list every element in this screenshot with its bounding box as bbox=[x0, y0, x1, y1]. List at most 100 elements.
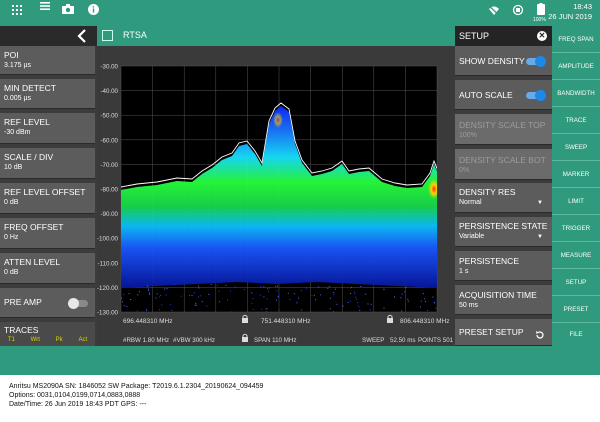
noise-dot bbox=[318, 286, 320, 288]
menu-limit[interactable]: LIMIT bbox=[552, 188, 600, 215]
poi-button[interactable]: POI 3.175 µs bbox=[0, 46, 95, 75]
noise-dot bbox=[165, 294, 167, 296]
camera-icon[interactable] bbox=[62, 4, 74, 17]
info-icon[interactable] bbox=[88, 4, 99, 18]
status-bar: 100% 18:43 26 JUN 2019 bbox=[0, 0, 600, 26]
menu-measure[interactable]: MEASURE bbox=[552, 242, 600, 269]
apps-grid-icon[interactable] bbox=[12, 5, 22, 18]
noise-dot bbox=[200, 295, 202, 297]
menu-marker[interactable]: MARKER bbox=[552, 161, 600, 188]
auto-scale-toggle[interactable] bbox=[526, 90, 546, 101]
persistence-button[interactable]: PERSISTENCE 1 s bbox=[455, 251, 552, 281]
noise-dot bbox=[315, 299, 317, 301]
rotation-lock-icon[interactable] bbox=[512, 4, 524, 19]
freq-offset-label: FREQ OFFSET bbox=[4, 222, 64, 232]
noise-dot bbox=[123, 305, 125, 307]
noise-dot bbox=[263, 296, 265, 298]
bottom-bar bbox=[0, 346, 600, 375]
pre-amp-toggle[interactable] bbox=[68, 298, 88, 309]
min-detect-button[interactable]: MIN DETECT 0.005 µs bbox=[0, 79, 95, 109]
menu-freq-span[interactable]: FREQ SPAN bbox=[552, 26, 600, 53]
noise-dot bbox=[171, 309, 173, 311]
lock-icon-right[interactable] bbox=[387, 314, 393, 323]
menu-sweep[interactable]: SWEEP bbox=[552, 134, 600, 161]
lock-icon-span[interactable] bbox=[242, 333, 248, 342]
close-icon[interactable]: ✕ bbox=[537, 31, 547, 41]
noise-dot bbox=[354, 293, 356, 295]
noise-dot bbox=[300, 290, 302, 291]
trace-mode-t1: T1 bbox=[7, 337, 15, 343]
show-density-toggle[interactable] bbox=[526, 56, 546, 67]
menu-file[interactable]: FILE bbox=[552, 323, 600, 346]
persistence-state-label: PERSISTENCE STATE bbox=[459, 221, 548, 231]
noise-dot bbox=[289, 298, 291, 300]
vbw-readout: #VBW 300 kHz bbox=[173, 337, 215, 344]
ref-level-offset-button[interactable]: REF LEVEL OFFSET 0 dB bbox=[0, 183, 95, 214]
footer-line-device: Anritsu MS2090A SN: 1846052 SW Package: … bbox=[9, 383, 264, 390]
noise-dot bbox=[355, 296, 357, 298]
noise-dot bbox=[121, 297, 122, 299]
acquisition-time-value: 50 ms bbox=[459, 302, 479, 309]
noise-dot bbox=[351, 286, 353, 288]
spectrum-plot-area: -30.00 -40.00 -50.00 -60.00 -70.00 -80.00 -90.… bbox=[97, 46, 455, 346]
atten-level-button[interactable]: ATTEN LEVEL 0 dB bbox=[0, 253, 95, 284]
traces-label: TRACES bbox=[4, 325, 39, 335]
density-scale-top-label: DENSITY SCALE TOP bbox=[459, 120, 546, 130]
noise-dot bbox=[333, 294, 335, 295]
battery-level: 100% bbox=[533, 17, 546, 23]
menu-amplitude[interactable]: AMPLITUDE bbox=[552, 53, 600, 80]
noise-dot bbox=[149, 293, 151, 295]
menu-trace[interactable]: TRACE bbox=[552, 107, 600, 134]
noise-dot bbox=[278, 296, 279, 298]
noise-dot bbox=[267, 288, 269, 290]
noise-dot bbox=[360, 285, 362, 287]
left-panel: POI 3.175 µs MIN DETECT 0.005 µs REF LEV… bbox=[0, 46, 97, 346]
footer-line-datetime: Date/Time: 26 Jun 2019 18:43 PDT GPS: --… bbox=[9, 401, 147, 408]
noise-dot bbox=[267, 291, 269, 292]
preset-setup-button[interactable]: PRESET SETUP bbox=[455, 319, 552, 346]
scale-div-button[interactable]: SCALE / DIV 10 dB bbox=[0, 148, 95, 179]
noise-dot bbox=[332, 310, 334, 312]
mode-icon[interactable] bbox=[102, 30, 113, 41]
spectrum-plot[interactable]: -30.00 -40.00 -50.00 -60.00 -70.00 -80.00 -90.… bbox=[97, 46, 455, 346]
freq-offset-value: 0 Hz bbox=[4, 234, 19, 241]
noise-dot bbox=[266, 308, 268, 310]
noise-dot bbox=[407, 300, 409, 302]
noise-dot bbox=[342, 305, 344, 307]
y-tick-label: -60.00 bbox=[100, 137, 118, 144]
menu-setup[interactable]: SETUP bbox=[552, 269, 600, 296]
y-tick-label: -130.00 bbox=[97, 310, 119, 317]
freq-offset-button[interactable]: FREQ OFFSET 0 Hz bbox=[0, 218, 95, 249]
y-tick-label: -120.00 bbox=[97, 285, 119, 292]
menu-trigger[interactable]: TRIGGER bbox=[552, 215, 600, 242]
noise-dot bbox=[296, 302, 298, 304]
auto-scale-row[interactable]: AUTO SCALE bbox=[455, 80, 552, 110]
noise-dot bbox=[260, 286, 262, 288]
bars-icon[interactable] bbox=[40, 1, 50, 14]
pre-amp-row[interactable]: PRE AMP bbox=[0, 288, 95, 318]
menu-bandwidth[interactable]: BANDWIDTH bbox=[552, 80, 600, 107]
noise-dot bbox=[198, 287, 200, 289]
noise-dot bbox=[251, 303, 253, 305]
wifi-off-icon bbox=[488, 5, 500, 19]
lock-icon[interactable] bbox=[242, 314, 248, 323]
noise-dot bbox=[293, 293, 295, 295]
noise-dot bbox=[169, 303, 171, 305]
noise-dot bbox=[327, 287, 329, 289]
noise-dot bbox=[367, 303, 369, 305]
noise-dot bbox=[401, 293, 403, 295]
ref-level-button[interactable]: REF LEVEL -30 dBm bbox=[0, 113, 95, 144]
noise-dot bbox=[405, 286, 407, 288]
noise-dot bbox=[407, 298, 409, 300]
noise-dot bbox=[320, 294, 322, 296]
scale-div-value: 10 dB bbox=[4, 164, 23, 171]
density-res-dropdown[interactable]: DENSITY RES Normal ▼ bbox=[455, 183, 552, 213]
noise-dot bbox=[180, 295, 182, 297]
footer-info: Anritsu MS2090A SN: 1846052 SW Package: … bbox=[9, 382, 263, 409]
show-density-row[interactable]: SHOW DENSITY bbox=[455, 46, 552, 76]
persistence-state-dropdown[interactable]: PERSISTENCE STATE Variable ▼ bbox=[455, 217, 552, 247]
min-detect-label: MIN DETECT bbox=[4, 83, 56, 93]
menu-preset[interactable]: PRESET bbox=[552, 296, 600, 323]
acquisition-time-button[interactable]: ACQUISITION TIME 50 ms bbox=[455, 285, 552, 315]
density-scale-top-value: 100% bbox=[459, 132, 477, 139]
